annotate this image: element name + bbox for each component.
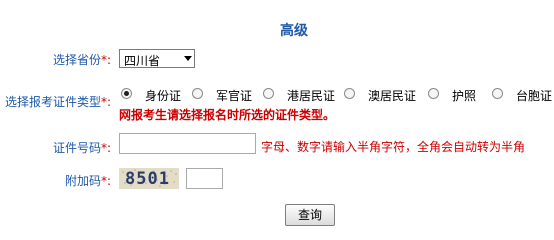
required-mark: *:: [100, 95, 111, 109]
required-mark: *:: [100, 53, 111, 67]
province-selected-value: 四川省: [124, 54, 161, 68]
province-label: 选择省份*:: [52, 53, 111, 67]
id-type-radio-group: 身份证 军官证 港居民证 澳居民证 护照 台胞证: [119, 87, 554, 103]
radio-label: 港居民证: [287, 89, 336, 103]
captcha-input[interactable]: [186, 168, 223, 189]
required-mark: *:: [100, 174, 111, 188]
page-title: 高级: [280, 23, 308, 39]
radio-unchecked-icon[interactable]: [192, 88, 203, 99]
captcha-code: 8501: [125, 169, 170, 189]
radio-unchecked-icon[interactable]: [428, 88, 439, 99]
radio-label: 护照: [452, 89, 477, 103]
query-form: 高级 选择省份*: 四川省 选择报考证件类型*: 身份证 军官证 港居民证 澳居…: [0, 0, 554, 236]
required-mark: *:: [100, 141, 111, 155]
id-number-hint: 字母、数字请输入半角字符，全角会自动转为半角: [261, 140, 526, 154]
province-select[interactable]: 四川省: [119, 49, 195, 68]
chevron-down-icon: [184, 56, 192, 61]
captcha-label: 附加码*:: [64, 174, 111, 188]
radio-unchecked-icon[interactable]: [492, 88, 503, 99]
radio-checked-icon[interactable]: [121, 88, 132, 99]
id-number-label: 证件号码*:: [52, 141, 111, 155]
radio-label: 军官证: [216, 89, 253, 103]
id-number-input[interactable]: [119, 133, 256, 154]
query-button[interactable]: 查询: [285, 204, 335, 226]
radio-label: 台胞证: [516, 89, 553, 103]
radio-unchecked-icon[interactable]: [263, 88, 274, 99]
radio-label: 澳居民证: [368, 89, 417, 103]
captcha-image[interactable]: 8501: [119, 168, 179, 189]
radio-unchecked-icon[interactable]: [344, 88, 355, 99]
radio-label: 身份证: [145, 89, 182, 103]
id-type-label: 选择报考证件类型*:: [4, 95, 111, 109]
id-type-warning: 网报考生请选择报名时所选的证件类型。: [119, 108, 336, 122]
